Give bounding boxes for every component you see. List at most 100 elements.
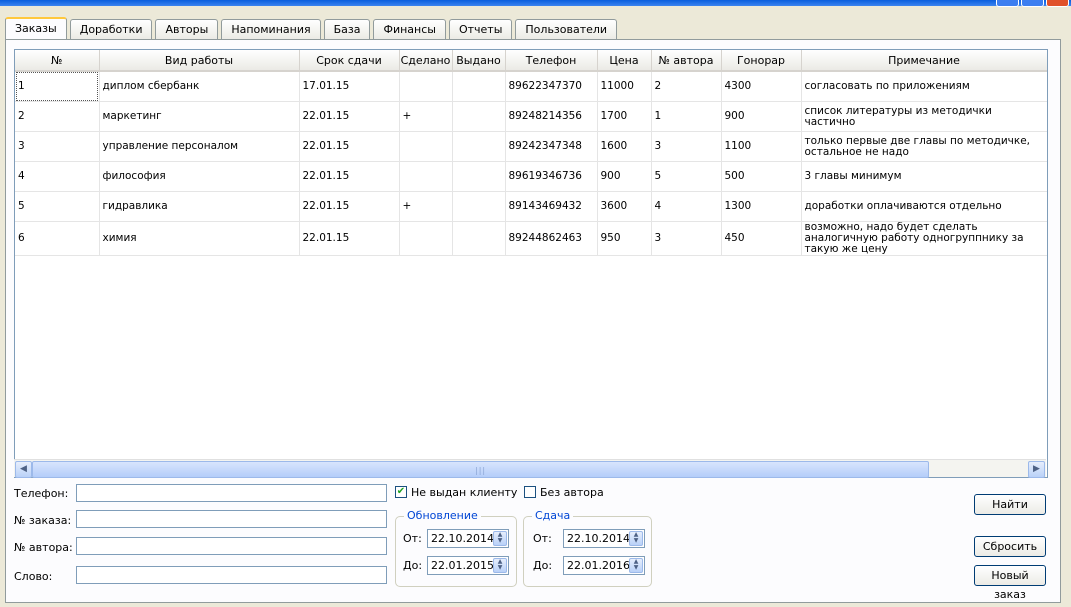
table-cell[interactable]: 89143469432 <box>505 191 598 222</box>
table-cell[interactable]: 89244862463 <box>505 221 598 256</box>
table-cell[interactable] <box>452 191 506 222</box>
spin-updown-icon[interactable]: ▲ ▼ <box>629 558 643 573</box>
col-header-note[interactable]: Примечание <box>801 50 1047 72</box>
arrow-right-icon[interactable]: ▶ <box>1028 461 1045 478</box>
table-cell[interactable]: только первые две главы по методичке, ос… <box>801 131 1047 162</box>
table-cell[interactable] <box>399 161 453 192</box>
col-header-done[interactable]: Сделано <box>399 50 453 72</box>
table-cell[interactable] <box>399 221 453 256</box>
table-cell[interactable]: 4 <box>15 161 100 192</box>
table-cell[interactable]: 3 <box>651 221 722 256</box>
table-cell[interactable]: 22.01.15 <box>299 101 400 132</box>
table-cell[interactable]: 1300 <box>721 191 802 222</box>
table-cell[interactable]: 2 <box>651 71 722 102</box>
table-cell[interactable]: 1700 <box>597 101 652 132</box>
table-cell[interactable]: согласовать по приложениям <box>801 71 1047 102</box>
table-cell[interactable]: возможно, надо будет сделать аналогичную… <box>801 221 1047 256</box>
table-cell[interactable]: 900 <box>597 161 652 192</box>
tab-finance[interactable]: Финансы <box>373 19 446 39</box>
table-cell[interactable]: философия <box>99 161 300 192</box>
table-cell[interactable]: химия <box>99 221 300 256</box>
arrow-left-icon[interactable]: ◀ <box>15 461 32 478</box>
keyword-input[interactable] <box>76 566 387 584</box>
table-cell[interactable]: 3 <box>651 131 722 162</box>
maximize-button[interactable] <box>1021 0 1044 7</box>
table-row[interactable]: 3 управление персоналом 22.01.15 8924234… <box>15 131 1047 162</box>
table-cell[interactable]: + <box>399 191 453 222</box>
col-header-phone[interactable]: Телефон <box>505 50 598 72</box>
col-header-author-number[interactable]: № автора <box>651 50 722 72</box>
tab-revisions[interactable]: Доработки <box>69 19 153 39</box>
tab-reports[interactable]: Отчеты <box>448 19 513 39</box>
orders-grid[interactable]: № Вид работы Срок сдачи Сделано Выдано Т… <box>14 49 1048 478</box>
no-author-checkbox[interactable] <box>524 486 536 498</box>
scrollbar-thumb[interactable]: ||| <box>32 461 929 478</box>
table-cell[interactable]: + <box>399 101 453 132</box>
table-cell[interactable]: 5 <box>15 191 100 222</box>
table-cell[interactable] <box>452 161 506 192</box>
table-row[interactable]: 2 маркетинг 22.01.15 + 89248214356 1700 … <box>15 101 1047 132</box>
table-cell[interactable]: 17.01.15 <box>299 71 400 102</box>
table-cell[interactable]: 1100 <box>721 131 802 162</box>
table-cell[interactable]: 2 <box>15 101 100 132</box>
table-cell[interactable] <box>452 101 506 132</box>
not-issued-label[interactable]: Не выдан клиенту <box>411 486 517 499</box>
table-cell[interactable]: 4300 <box>721 71 802 102</box>
table-cell[interactable] <box>452 71 506 102</box>
no-author-label[interactable]: Без автора <box>540 486 604 499</box>
table-cell[interactable]: 22.01.15 <box>299 191 400 222</box>
table-cell[interactable]: 500 <box>721 161 802 192</box>
reset-button[interactable]: Сбросить <box>974 536 1046 557</box>
table-cell[interactable]: 89622347370 <box>505 71 598 102</box>
tab-authors[interactable]: Авторы <box>155 19 219 39</box>
table-cell[interactable]: гидравлика <box>99 191 300 222</box>
phone-input[interactable] <box>76 484 387 502</box>
tab-users[interactable]: Пользователи <box>515 19 618 39</box>
table-cell[interactable]: 5 <box>651 161 722 192</box>
table-cell[interactable]: доработки оплачиваются отдельно <box>801 191 1047 222</box>
due-to-date[interactable]: 22.01.2016 ▲ ▼ <box>563 556 645 575</box>
table-row[interactable]: 6 химия 22.01.15 89244862463 950 3 450 в… <box>15 221 1047 256</box>
find-button[interactable]: Найти <box>974 494 1046 515</box>
not-issued-checkbox[interactable]: ✔ <box>395 486 407 498</box>
table-cell[interactable]: 1 <box>651 101 722 132</box>
table-cell[interactable]: 3 главы минимум <box>801 161 1047 192</box>
col-header-work-type[interactable]: Вид работы <box>99 50 300 72</box>
table-cell[interactable]: 22.01.15 <box>299 221 400 256</box>
update-to-date[interactable]: 22.01.2015 ▲ ▼ <box>427 556 509 575</box>
col-header-issued[interactable]: Выдано <box>452 50 506 72</box>
table-cell[interactable] <box>452 221 506 256</box>
table-cell[interactable]: 89242347348 <box>505 131 598 162</box>
table-cell[interactable]: 950 <box>597 221 652 256</box>
table-row[interactable]: 1 диплом сбербанк 17.01.15 89622347370 1… <box>15 71 1047 102</box>
table-row[interactable]: 5 гидравлика 22.01.15 + 89143469432 3600… <box>15 191 1047 222</box>
table-cell[interactable]: 900 <box>721 101 802 132</box>
horizontal-scrollbar[interactable]: ◀ ||| ▶ <box>14 459 1046 478</box>
new-order-button[interactable]: Новый заказ <box>974 565 1046 601</box>
author-number-input[interactable] <box>76 537 387 555</box>
spin-updown-icon[interactable]: ▲ ▼ <box>629 531 643 546</box>
minimize-button[interactable] <box>996 0 1019 7</box>
table-row[interactable]: 4 философия 22.01.15 89619346736 900 5 5… <box>15 161 1047 192</box>
spin-updown-icon[interactable]: ▲ ▼ <box>493 558 507 573</box>
table-cell[interactable]: 11000 <box>597 71 652 102</box>
tab-reminders[interactable]: Напоминания <box>221 19 321 39</box>
close-button[interactable] <box>1046 0 1069 7</box>
update-from-date[interactable]: 22.10.2014 ▲ ▼ <box>427 529 509 548</box>
col-header-due-date[interactable]: Срок сдачи <box>299 50 400 72</box>
table-cell[interactable] <box>452 131 506 162</box>
table-cell[interactable]: 6 <box>15 221 100 256</box>
tab-orders[interactable]: Заказы <box>5 17 67 40</box>
table-cell[interactable]: 4 <box>651 191 722 222</box>
tab-database[interactable]: База <box>323 19 371 39</box>
spin-updown-icon[interactable]: ▲ ▼ <box>493 531 507 546</box>
table-cell[interactable]: 450 <box>721 221 802 256</box>
table-cell[interactable]: 89248214356 <box>505 101 598 132</box>
table-cell[interactable] <box>399 71 453 102</box>
table-cell[interactable]: 89619346736 <box>505 161 598 192</box>
table-cell[interactable]: управление персоналом <box>99 131 300 162</box>
table-cell[interactable]: список литературы из методички частично <box>801 101 1047 132</box>
col-header-price[interactable]: Цена <box>597 50 652 72</box>
table-cell[interactable]: 3 <box>15 131 100 162</box>
col-header-number[interactable]: № <box>15 50 100 72</box>
